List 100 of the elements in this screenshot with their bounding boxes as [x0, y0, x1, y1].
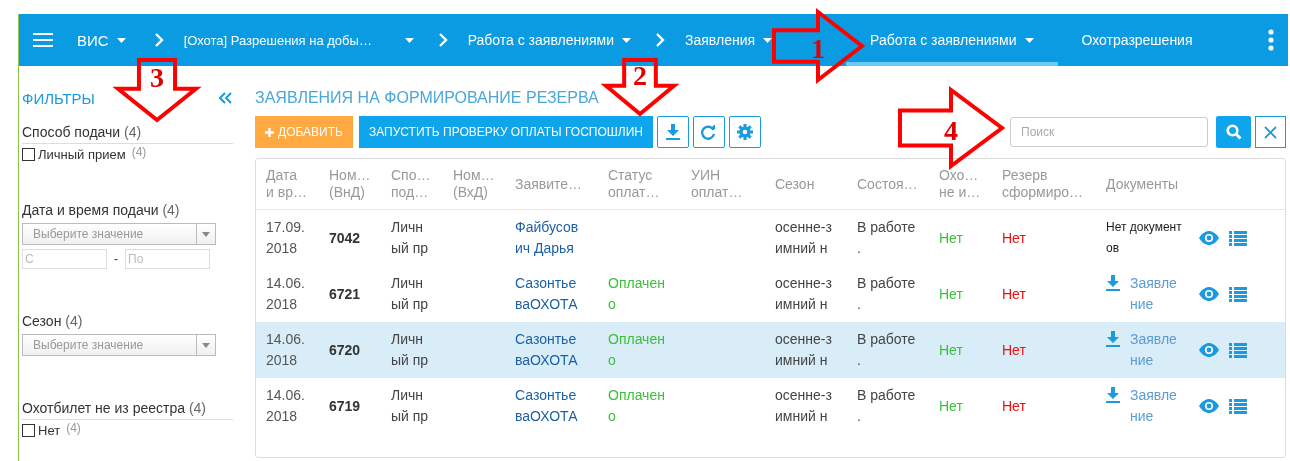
nav-tab[interactable]: Охотразрешения [1057, 14, 1217, 66]
list-icon[interactable] [1229, 398, 1247, 414]
applicant-link[interactable]: Сазонтье ваОХОТА [505, 273, 598, 315]
table-cell-text: В работе . [856, 274, 917, 314]
view-icon[interactable] [1198, 231, 1220, 245]
column-header[interactable]: Статус оплат… [598, 167, 681, 201]
table-cell-text: Оплачен о [607, 274, 666, 314]
table-cell-text: Личн ый пр [390, 218, 430, 258]
chevron-icon [655, 32, 666, 48]
option-label[interactable]: Личный прием [38, 147, 126, 162]
applicant-link[interactable]: Сазонтье ваОХОТА [505, 329, 598, 371]
select-field[interactable]: Выберите значение [22, 334, 216, 356]
option-label[interactable]: Нет [38, 423, 61, 438]
caret-icon [202, 342, 210, 348]
select-field[interactable]: Выберите значение [22, 223, 216, 245]
table-cell-text: 17.09. 2018 [265, 218, 306, 258]
clear-button[interactable] [1255, 116, 1286, 148]
table-cell-text: В работе . [856, 386, 917, 426]
table-cell-text: 6720 [328, 340, 362, 360]
table-cell-text: осенне-з имний н [774, 218, 833, 258]
breadcrumb-dropdown[interactable]: [Охота] Разрешения на добы… [183, 32, 414, 48]
close-icon [1264, 125, 1277, 139]
table-cell-text: 14.06. 2018 [265, 274, 306, 314]
column-header[interactable]: Резерв сформиро… [992, 167, 1096, 201]
document-link[interactable]: Заявле ние [1130, 385, 1177, 427]
table-cell-text: Оплачен о [607, 330, 666, 370]
callout-number: 3 [150, 62, 164, 94]
caret-icon [622, 37, 632, 43]
chevron-icon [437, 32, 448, 48]
date-from-field[interactable]: С [22, 249, 107, 269]
settings-button[interactable] [729, 116, 761, 148]
table-cell-text: Нет [1001, 284, 1027, 304]
view-icon[interactable] [1198, 343, 1220, 357]
download-icon [666, 124, 680, 140]
nav-tab[interactable]: Работа с заявлениями [846, 14, 1058, 66]
callout-number: 2 [633, 60, 647, 92]
table-cell-text: Нет [938, 228, 964, 248]
table-cell-text: 14.06. 2018 [265, 330, 306, 370]
view-icon[interactable] [1198, 399, 1220, 413]
download-icon[interactable] [1106, 387, 1120, 403]
checkbox[interactable] [22, 148, 35, 161]
filter-label: Сезон (4) [22, 313, 84, 331]
table-cell-text: 7042 [328, 228, 362, 248]
column-header[interactable]: Ном… (ВнД) [319, 167, 381, 201]
filter-label: Способ подачи (4) [22, 124, 233, 144]
table-cell-text: 14.06. 2018 [265, 386, 306, 426]
column-header[interactable]: Документы [1096, 175, 1198, 193]
document-link[interactable]: Заявле ние [1130, 273, 1177, 315]
refresh-icon [701, 124, 717, 140]
check-payment-button[interactable]: ЗАПУСТИТЬ ПРОВЕРКУ ОПЛАТЫ ГОСПОШЛИН [358, 116, 653, 148]
column-header[interactable]: Спо… под… [381, 167, 443, 201]
filter-label: Дата и время подачи (4) [22, 202, 181, 220]
more-icon[interactable] [1268, 29, 1274, 51]
search-icon [1225, 124, 1242, 140]
list-icon[interactable] [1229, 286, 1247, 302]
checkbox[interactable] [22, 424, 35, 437]
breadcrumb-dropdown[interactable]: Работа с заявлениями [467, 32, 632, 48]
collapse-icon[interactable] [219, 92, 233, 104]
download-icon[interactable] [1106, 275, 1120, 291]
document-link[interactable]: Заявле ние [1130, 329, 1177, 371]
column-header[interactable]: Сезон [765, 175, 847, 193]
table-cell-text: В работе . [856, 330, 917, 370]
option-count: (4) [66, 420, 81, 435]
column-header[interactable]: УИН оплат… [681, 167, 765, 201]
filters-title: ФИЛЬТРЫ [22, 89, 95, 107]
column-header[interactable]: Ном… (ВхД) [443, 167, 505, 201]
breadcrumb-dropdown[interactable]: Заявления [685, 32, 773, 48]
applicant-link[interactable]: Файбусов ич Дарья [505, 217, 598, 259]
settings-icon [737, 124, 753, 140]
table-cell-text: В работе . [856, 218, 917, 258]
table-cell-text: 6719 [328, 396, 362, 416]
app-menu[interactable]: ВИС [77, 31, 126, 49]
list-icon[interactable] [1229, 230, 1247, 246]
table-cell-text: Нет [1001, 340, 1027, 360]
table-row[interactable]: 14.06. 2018 6720 Личн ый пр Сазонтье ваОХОТА Оплачен о осенне-з имний н В работе . Нет Нет Заявле ние [256, 322, 1285, 378]
list-icon[interactable] [1229, 342, 1247, 358]
search-button[interactable] [1216, 116, 1251, 148]
filter-label: Охотбилет не из реестра (4) [22, 400, 233, 420]
plus-icon [265, 127, 274, 137]
download-icon[interactable] [1106, 331, 1120, 347]
date-to-field[interactable]: По [125, 249, 210, 269]
callout-number: 1 [811, 33, 825, 64]
refresh-button[interactable] [693, 116, 725, 148]
table-cell-text: Личн ый пр [390, 330, 430, 370]
applicant-link[interactable]: Сазонтье ваОХОТА [505, 385, 598, 427]
table-cell-text: осенне-з имний н [774, 274, 833, 314]
table-cell-text: осенне-з имний н [774, 330, 833, 370]
add-button[interactable]: ДОБАВИТЬ [255, 116, 353, 148]
option-count: (4) [131, 144, 147, 159]
column-header[interactable]: Охо… не и… [929, 167, 992, 201]
caret-icon [404, 37, 414, 43]
column-header[interactable]: Дата и вр… [256, 167, 319, 201]
menu-icon[interactable] [33, 33, 53, 47]
download-button[interactable] [657, 116, 689, 148]
search-field[interactable]: Поиск [1010, 117, 1208, 147]
callout-number: 4 [944, 115, 958, 146]
view-icon[interactable] [1198, 287, 1220, 301]
table-cell-text: Нет [938, 340, 964, 360]
column-header[interactable]: Состоя… [847, 175, 929, 193]
column-header[interactable]: Заявите… [505, 175, 598, 193]
